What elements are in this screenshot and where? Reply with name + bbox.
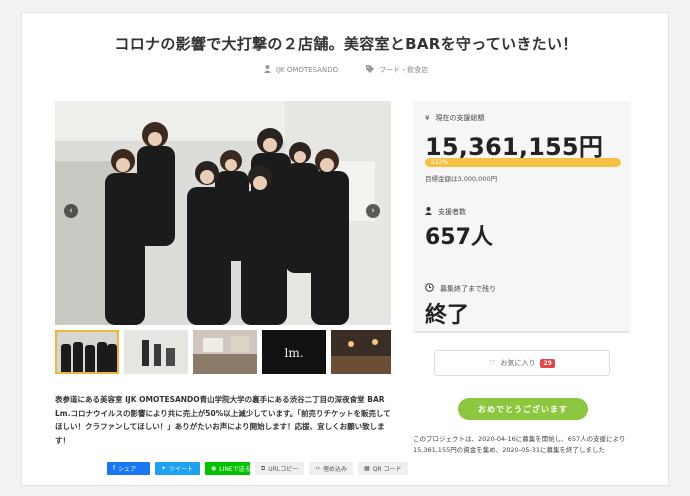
project-meta: IJK OMOTESANDO フード・飲食店 xyxy=(22,65,670,75)
progress-bar: 512% xyxy=(425,158,621,167)
backers-count: 657人 xyxy=(425,225,493,250)
backers-label: 支援者数 xyxy=(438,208,466,216)
chevron-right-icon: › xyxy=(371,206,375,216)
qr-code-button[interactable]: ▦ QR コード xyxy=(358,462,408,475)
gallery-thumbnails: lm. xyxy=(55,330,391,374)
qr-code-label: QR コード xyxy=(372,466,402,473)
remaining-value: 終了 xyxy=(425,303,470,328)
gallery-thumb-2[interactable] xyxy=(124,330,188,374)
qr-icon: ▦ xyxy=(364,465,370,472)
owner-link[interactable]: IJK OMOTESANDO xyxy=(263,65,339,75)
gallery-thumb-3[interactable] xyxy=(193,330,257,374)
category-link[interactable]: フード・飲食店 xyxy=(366,65,428,75)
twitter-share-label: ツイート xyxy=(169,466,194,473)
link-icon: ⧉ xyxy=(261,464,266,472)
embed-label: 埋め込み xyxy=(323,466,348,473)
goal-amount: 目標金額は3,000,000円 xyxy=(425,175,498,183)
line-share-button[interactable]: ◉ LINEで送る xyxy=(205,462,251,475)
clock-icon xyxy=(425,283,434,294)
embed-button[interactable]: ‹› 埋め込み xyxy=(309,462,354,475)
progress-percent: 512% xyxy=(431,159,449,166)
twitter-share-button[interactable]: ✦ ツイート xyxy=(155,462,200,475)
user-icon xyxy=(425,207,432,217)
gallery-thumb-4[interactable]: lm. xyxy=(262,330,326,374)
facebook-icon: f xyxy=(113,465,116,472)
user-icon xyxy=(263,65,271,75)
raised-amount: 15,361,155円 xyxy=(425,133,604,161)
facebook-share-button[interactable]: f シェア xyxy=(107,462,150,475)
raised-label-row: ¥ 現在の支援総額 xyxy=(425,113,484,123)
project-description: 表参道にある美容室 IJK OMOTESANDO青山学院大学の裏手にある渋谷二丁… xyxy=(55,395,391,445)
tag-icon xyxy=(366,65,375,75)
twitter-icon: ✦ xyxy=(161,465,167,472)
favorite-count: 29 xyxy=(540,358,555,368)
project-summary: このプロジェクトは、2020-04-16に募集を開始し、657人の支援により15… xyxy=(413,435,626,454)
share-bar: f シェア ✦ ツイート ◉ LINEで送る ⧉ URLコピー ‹› 埋め込み … xyxy=(107,462,408,475)
favorite-label: お気に入り xyxy=(500,359,536,367)
gallery-prev-button[interactable]: ‹ xyxy=(64,204,78,218)
progress-bar-fill: 512% xyxy=(425,158,621,167)
favorite-button[interactable]: ♡ お気に入り 29 xyxy=(434,350,610,376)
remaining-label: 募集終了まで残り xyxy=(440,284,496,293)
group-photo xyxy=(55,101,391,325)
main-project-image: ‹ › xyxy=(55,101,391,325)
yen-icon: ¥ xyxy=(425,114,430,122)
owner-name: IJK OMOTESANDO xyxy=(275,66,339,74)
funding-stats-panel: ¥ 現在の支援総額 15,361,155円 512% 目標金額は3,000,00… xyxy=(413,101,631,333)
chevron-left-icon: ‹ xyxy=(69,206,73,216)
code-icon: ‹› xyxy=(315,465,321,472)
raised-label: 現在の支援総額 xyxy=(435,114,485,122)
line-share-label: LINEで送る xyxy=(219,466,251,473)
congrats-button[interactable]: おめでとうございます xyxy=(458,398,588,420)
remaining-label-row: 募集終了まで残り xyxy=(425,283,496,294)
heart-icon: ♡ xyxy=(489,359,496,367)
line-icon: ◉ xyxy=(211,465,217,472)
category-name: フード・飲食店 xyxy=(379,66,429,74)
backers-label-row: 支援者数 xyxy=(425,207,466,217)
facebook-share-label: シェア xyxy=(118,466,137,473)
url-copy-label: URLコピー xyxy=(268,466,299,473)
thumb-logo-text: lm. xyxy=(284,346,303,360)
gallery-next-button[interactable]: › xyxy=(366,204,380,218)
gallery-thumb-1[interactable] xyxy=(55,330,119,374)
url-copy-button[interactable]: ⧉ URLコピー xyxy=(255,462,305,475)
gallery-thumb-5[interactable] xyxy=(331,330,391,374)
project-title: コロナの影響で大打撃の２店舗。美容室とBARを守っていきたい！ xyxy=(114,35,578,53)
project-page: コロナの影響で大打撃の２店舗。美容室とBARを守っていきたい！ IJK OMOT… xyxy=(21,12,669,486)
